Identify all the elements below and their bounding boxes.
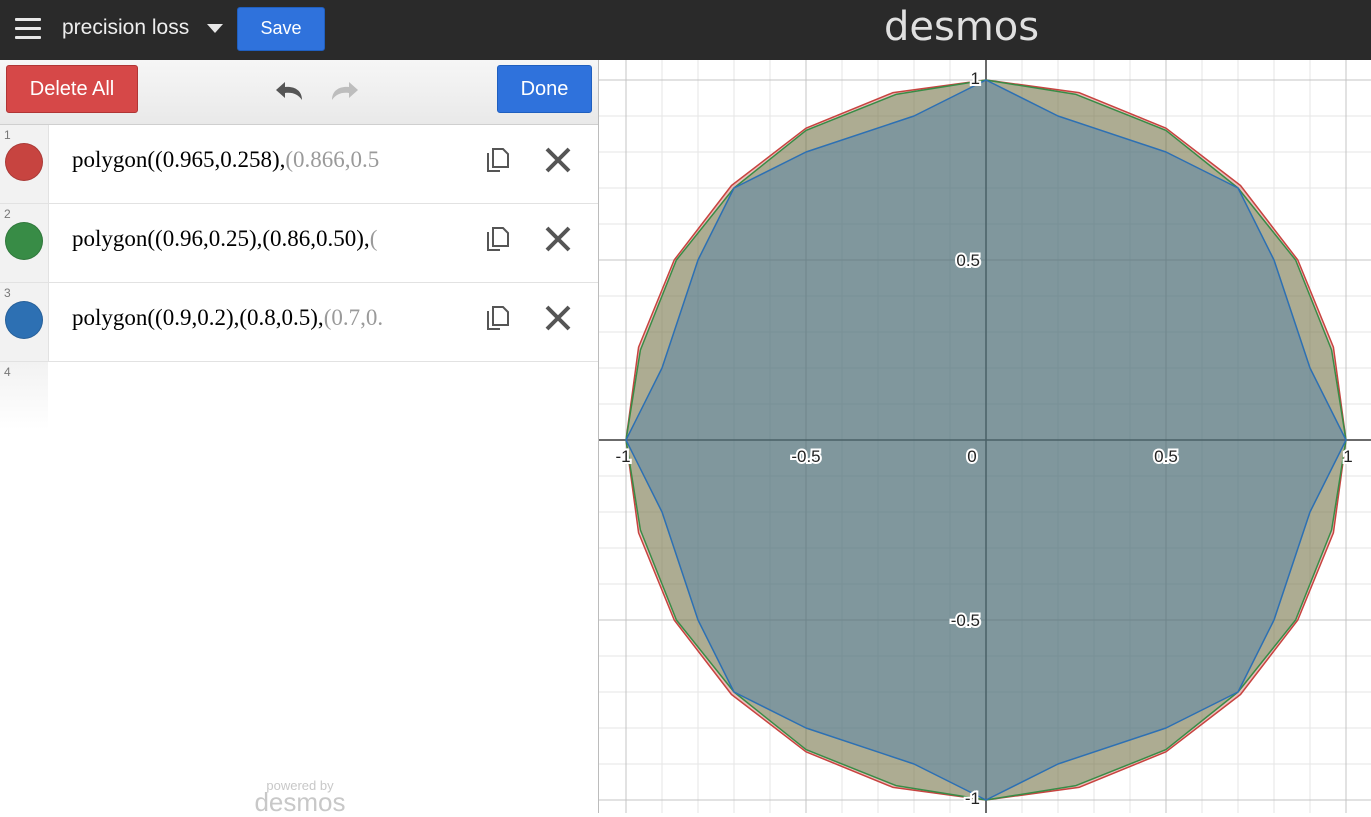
delete-expression-icon[interactable] (543, 303, 573, 333)
polygon-series-3 (625, 79, 1347, 801)
color-toggle-red[interactable] (5, 143, 43, 181)
duplicate-icon[interactable] (484, 226, 510, 254)
new-expression-row[interactable]: 4 (0, 362, 598, 430)
y-tick-label: -0.5 (951, 611, 980, 630)
y-tick-label: 0.5 (956, 251, 980, 270)
x-tick-label: -0.5 (791, 447, 820, 466)
y-tick-label: 1 (971, 69, 980, 88)
expression-index: 3 (4, 286, 11, 300)
expression-row-1[interactable]: 1 polygon((0.965,0.258),(0.866,0.5 (0, 125, 598, 204)
expression-text: polygon((0.96,0.25),(0.86,0.50),( (72, 226, 378, 251)
color-toggle-blue[interactable] (5, 301, 43, 339)
expression-index: 2 (4, 207, 11, 221)
expression-row-2[interactable]: 2 polygon((0.96,0.25),(0.86,0.50),( (0, 204, 598, 283)
text-fade (392, 305, 462, 339)
x-tick-label: 0.5 (1154, 447, 1178, 466)
expression-input[interactable]: polygon((0.965,0.258),(0.866,0.5 (72, 147, 462, 181)
top-bar: precision loss Save desmos (0, 0, 1371, 60)
expression-index: 4 (4, 365, 11, 379)
expression-panel: Delete All Done 1 polygon((0.965,0.258),… (0, 60, 598, 817)
text-fade (392, 147, 462, 181)
duplicate-icon[interactable] (484, 305, 510, 333)
expression-input[interactable]: polygon((0.96,0.25),(0.86,0.50),( (72, 226, 462, 260)
delete-expression-icon[interactable] (543, 224, 573, 254)
graph-title[interactable]: precision loss (62, 16, 189, 40)
footer-desmos-logo: desmos (254, 787, 346, 817)
graph-paper[interactable]: -1 -1 -0.5 -0.5 0 0 0.5 0.5 1 1 -1 -1 -0.5 -0.5 0.5 0.5… (598, 60, 1371, 813)
expression-tab: 4 (0, 362, 48, 430)
hamburger-menu-icon[interactable] (15, 18, 41, 40)
expression-tab: 2 (0, 204, 49, 282)
delete-all-button[interactable]: Delete All (6, 65, 138, 113)
expression-index: 1 (4, 128, 11, 142)
expression-input[interactable]: polygon((0.9,0.2),(0.8,0.5),(0.7,0. (72, 305, 462, 339)
expression-list: 1 polygon((0.965,0.258),(0.866,0.5 2 pol… (0, 125, 598, 430)
save-button[interactable]: Save (237, 7, 325, 51)
undo-arrow-icon[interactable] (274, 78, 308, 104)
desmos-logo: desmos (884, 4, 1040, 50)
expression-tab: 3 (0, 283, 49, 361)
graph-canvas[interactable]: -1-1 -0.5-0.5 00 0.50.5 11-1-1-0.5-0.50.50.5… (599, 60, 1371, 813)
duplicate-icon[interactable] (484, 147, 510, 175)
title-dropdown-caret-icon[interactable] (207, 24, 223, 33)
x-tick-label: -1 (615, 447, 630, 466)
powered-by-desmos[interactable]: powered by desmos (240, 778, 360, 817)
delete-expression-icon[interactable] (543, 145, 573, 175)
x-tick-label: 1 (1343, 447, 1352, 466)
y-tick-label: -1 (965, 789, 980, 808)
color-toggle-green[interactable] (5, 222, 43, 260)
expression-text: polygon((0.965,0.258),(0.866,0.5 (72, 147, 380, 172)
done-button[interactable]: Done (497, 65, 592, 113)
redo-arrow-icon[interactable] (326, 78, 360, 104)
x-tick-label: 0 (967, 447, 976, 466)
text-fade (392, 226, 462, 260)
expression-row-3[interactable]: 3 polygon((0.9,0.2),(0.8,0.5),(0.7,0. (0, 283, 598, 362)
expression-tab: 1 (0, 125, 49, 203)
expression-toolbar: Delete All Done (0, 60, 598, 125)
expression-text: polygon((0.9,0.2),(0.8,0.5),(0.7,0. (72, 305, 384, 330)
